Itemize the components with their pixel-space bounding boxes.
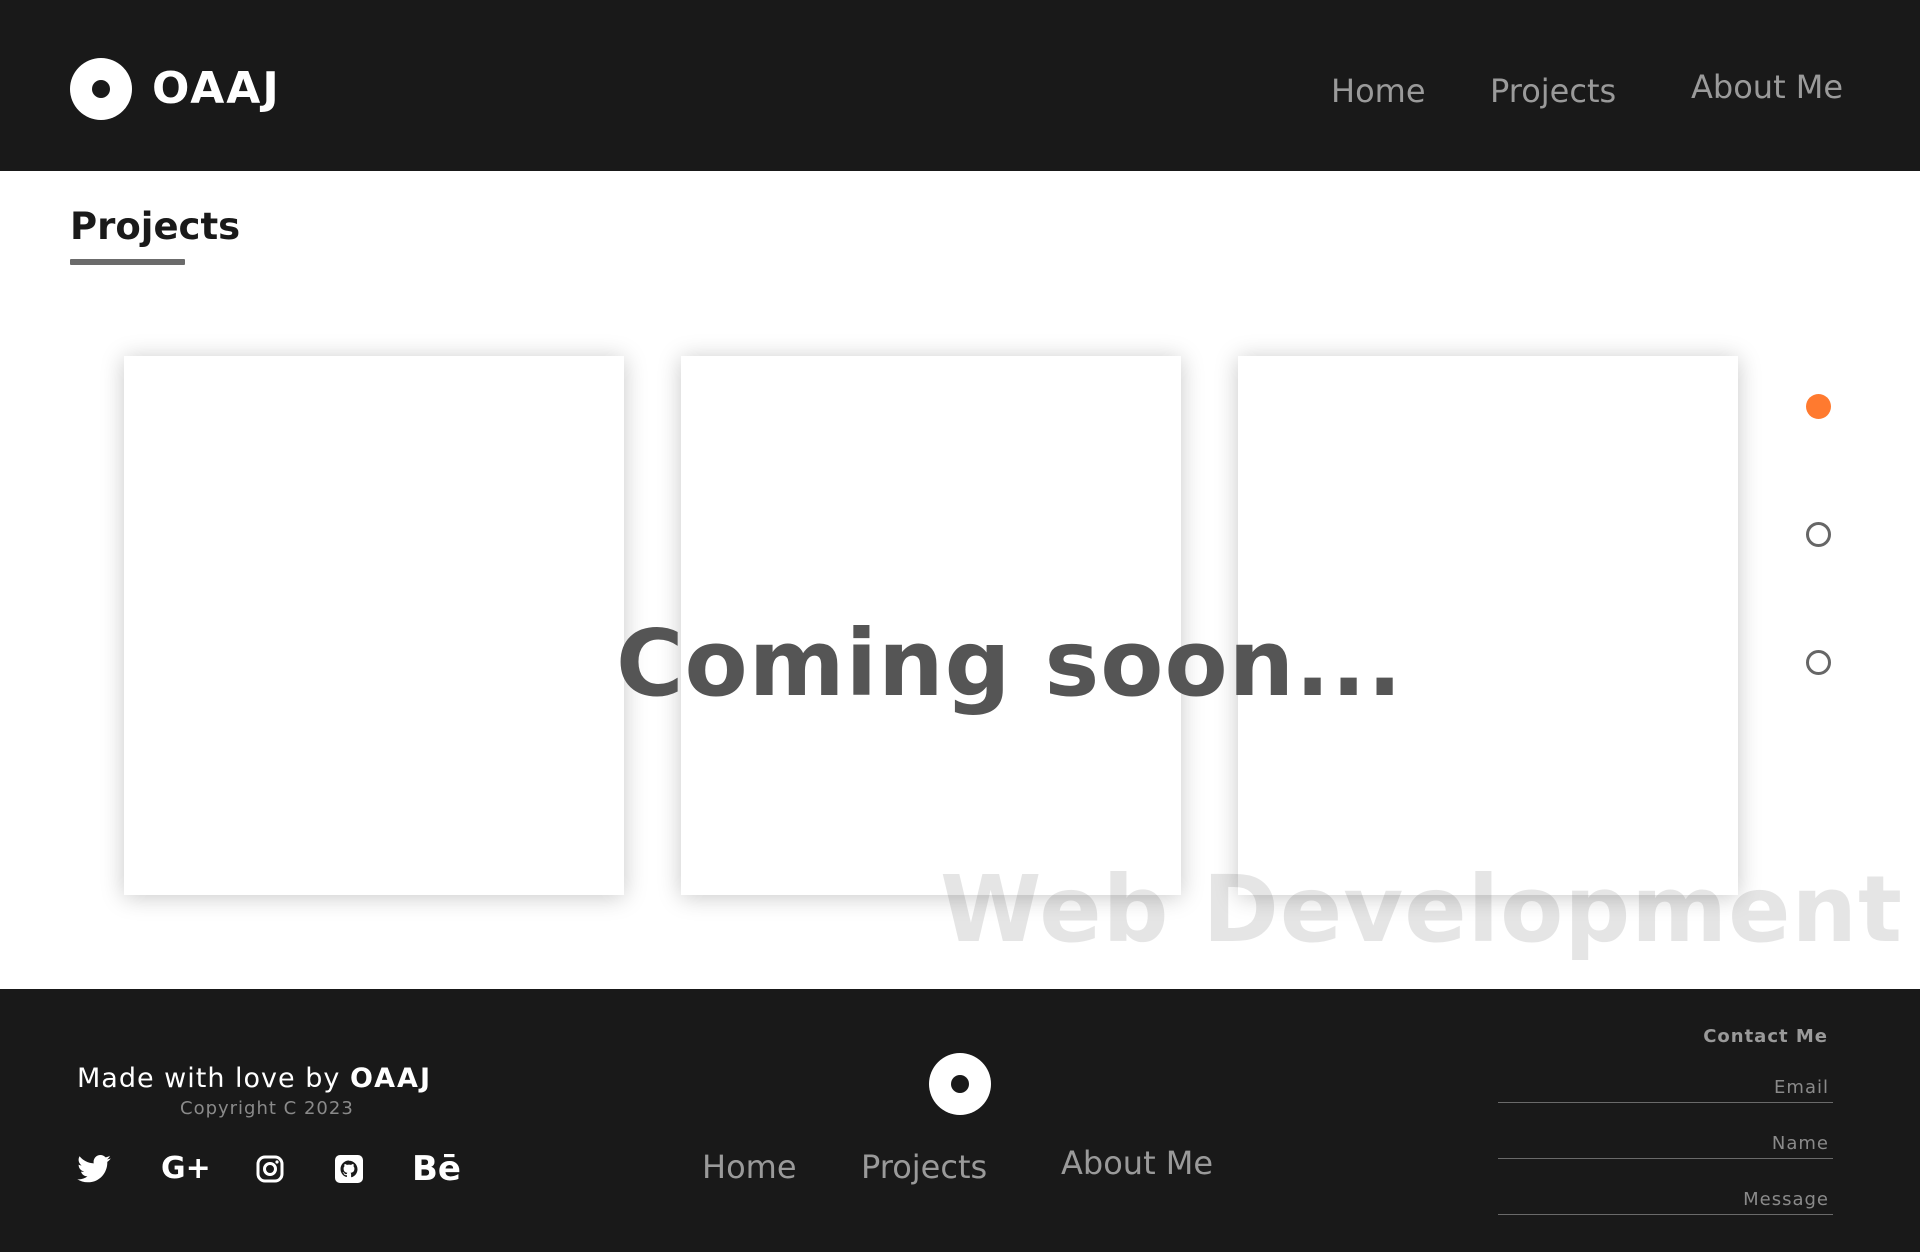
footer-nav-projects-link[interactable]: Projects bbox=[861, 1151, 987, 1183]
twitter-link[interactable] bbox=[77, 1149, 111, 1189]
github-link[interactable] bbox=[334, 1149, 364, 1189]
site-header: OAAJ Home Projects About Me bbox=[0, 0, 1920, 171]
category-watermark: Web Development bbox=[940, 856, 1903, 963]
site-footer: Made with love by OAAJ Copyright C 2023 … bbox=[0, 989, 1920, 1252]
instagram-link[interactable] bbox=[256, 1149, 284, 1189]
behance-link[interactable]: Bē bbox=[412, 1149, 461, 1189]
twitter-icon bbox=[77, 1155, 111, 1183]
project-card[interactable] bbox=[124, 356, 624, 895]
made-with-love-text: Made with love by OAAJ bbox=[77, 1065, 432, 1092]
name-field[interactable] bbox=[1498, 1129, 1833, 1159]
instagram-icon bbox=[256, 1155, 284, 1183]
nav-home-link[interactable]: Home bbox=[1331, 75, 1426, 107]
message-field[interactable] bbox=[1498, 1185, 1833, 1215]
title-underline bbox=[70, 259, 185, 265]
email-field[interactable] bbox=[1498, 1073, 1833, 1103]
contact-title: Contact Me bbox=[1703, 1026, 1828, 1047]
slider-dot[interactable] bbox=[1806, 650, 1831, 675]
footer-nav-about-link[interactable]: About Me bbox=[1061, 1147, 1213, 1179]
coming-soon-text: Coming soon... bbox=[616, 610, 1404, 717]
slider-dot-active[interactable] bbox=[1806, 394, 1831, 419]
nav-projects-link[interactable]: Projects bbox=[1490, 75, 1616, 107]
slider-dot[interactable] bbox=[1806, 522, 1831, 547]
logo-mark-icon bbox=[929, 1053, 991, 1115]
google-plus-icon: G+ bbox=[161, 1151, 211, 1186]
page-title: Projects bbox=[70, 205, 241, 248]
nav-about-link[interactable]: About Me bbox=[1691, 71, 1843, 103]
copyright-text: Copyright C 2023 bbox=[180, 1098, 354, 1119]
behance-icon: Bē bbox=[412, 1149, 461, 1189]
footer-nav-home-link[interactable]: Home bbox=[702, 1151, 797, 1183]
footer-logo[interactable] bbox=[929, 1053, 991, 1119]
main-nav: Home Projects About Me bbox=[0, 68, 1920, 118]
github-icon bbox=[335, 1155, 363, 1183]
google-plus-link[interactable]: G+ bbox=[161, 1149, 211, 1189]
made-with-prefix: Made with love by bbox=[77, 1063, 350, 1094]
made-with-brand: OAAJ bbox=[349, 1063, 433, 1094]
